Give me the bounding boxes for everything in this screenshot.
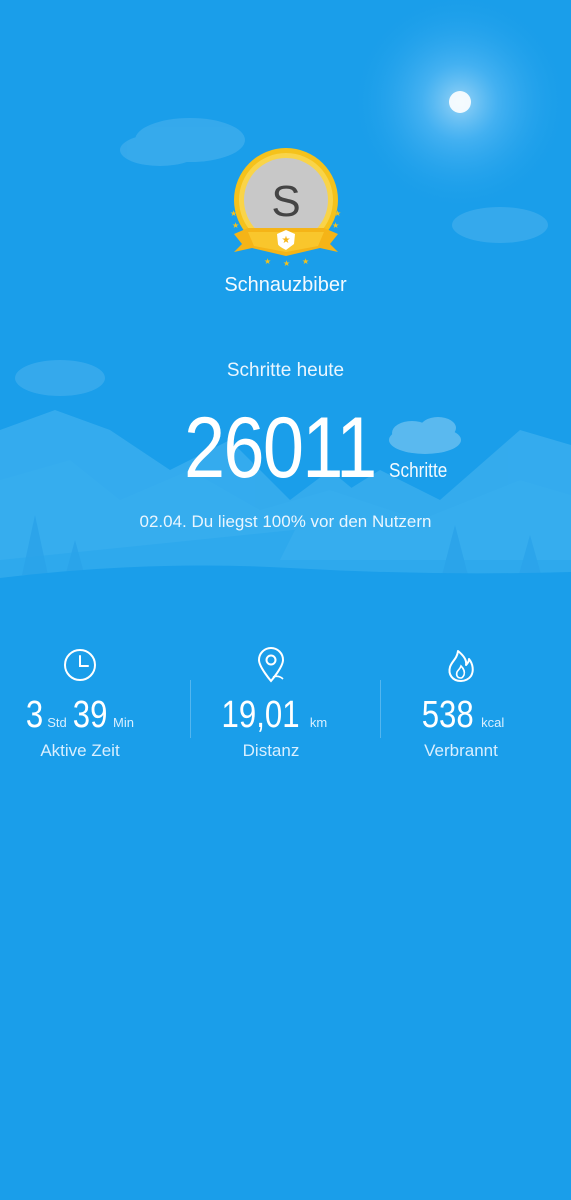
active-minutes: 39 [72, 694, 108, 736]
flame-icon [448, 650, 474, 682]
stat-active-time[interactable]: 3 Std 39 Min Aktive Zeit [0, 645, 175, 775]
avatar-letter: S [271, 177, 300, 226]
active-time-label: Aktive Zeit [40, 741, 120, 760]
distance-unit: km [309, 715, 328, 730]
steps-count-block[interactable]: 26011 Schritte [0, 398, 571, 498]
calories-value: 538 [421, 694, 474, 736]
calories-label: Verbrannt [424, 741, 498, 760]
avatar[interactable]: S ★ ★ ★ ★ ★ ★ ★ ★ [228, 148, 344, 268]
steps-today-label: Schritte heute [226, 360, 345, 381]
svg-text:★: ★ [283, 259, 290, 268]
sun [449, 91, 471, 113]
svg-text:★: ★ [332, 221, 339, 230]
clock-icon [64, 649, 96, 681]
svg-text:★: ★ [264, 257, 271, 266]
steps-value: 26011 [184, 400, 377, 496]
svg-text:★: ★ [232, 221, 239, 230]
location-pin-icon [257, 647, 285, 683]
minutes-unit: Min [112, 715, 134, 730]
svg-text:★: ★ [334, 209, 341, 218]
distance-label: Distanz [242, 741, 300, 760]
svg-text:★: ★ [302, 257, 309, 266]
svg-text:★: ★ [230, 209, 237, 218]
stat-distance[interactable]: 19,01 km Distanz [176, 645, 366, 775]
ground [0, 565, 571, 620]
steps-unit: Schritte [389, 460, 448, 482]
hours-unit: Std [47, 715, 67, 730]
username[interactable]: Schnauzbiber [0, 274, 571, 297]
active-hours: 3 [25, 694, 44, 736]
comparison-text: 02.04. Du liegst 100% vor den Nutzern [139, 512, 432, 531]
calories-unit: kcal [481, 715, 505, 730]
distance-value: 19,01 [221, 694, 300, 736]
stat-calories[interactable]: 538 kcal Verbrannt [366, 645, 556, 775]
svg-text:★: ★ [282, 235, 291, 246]
